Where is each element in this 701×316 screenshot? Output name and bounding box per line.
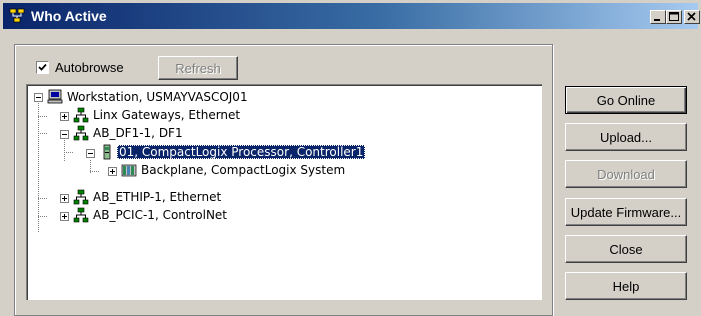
network-icon xyxy=(73,189,89,205)
minus-icon xyxy=(62,134,67,135)
device-tree[interactable]: Workstation, USMAYVASCOJ01 Linx Gateways… xyxy=(26,84,542,300)
tree-expand-toggle[interactable] xyxy=(60,194,69,203)
tree-collapse-toggle[interactable] xyxy=(34,93,43,102)
tree-line xyxy=(38,133,48,134)
tree-node-ab-df1[interactable]: AB_DF1-1, DF1 xyxy=(91,124,185,142)
tree-line xyxy=(38,198,48,199)
upload-button[interactable]: Upload... xyxy=(565,123,687,151)
plus-icon xyxy=(110,169,115,174)
tree-node-label: Backplane, CompactLogix System xyxy=(141,163,346,177)
maximize-icon xyxy=(669,12,679,21)
network-icon xyxy=(73,207,89,223)
tree-node-label: AB_PCIC-1, ControlNet xyxy=(93,208,228,222)
checkmark-icon xyxy=(38,63,47,71)
refresh-button[interactable]: Refresh xyxy=(158,56,238,80)
tree-node-label: Workstation, USMAYVASCOJ01 xyxy=(67,90,248,104)
tree-line xyxy=(64,140,65,162)
tree-line xyxy=(90,171,100,172)
minimize-button[interactable] xyxy=(650,10,666,24)
minus-icon xyxy=(88,153,93,154)
tree-node-label: 01, CompactLogix Processor, Controller1 xyxy=(117,145,366,159)
update-firmware-button[interactable]: Update Firmware... xyxy=(565,198,687,226)
tree-expand-toggle[interactable] xyxy=(108,167,117,176)
who-active-window: Who Active Autobrowse Refresh Workstatio… xyxy=(0,0,701,316)
tree-node-ab-pcic[interactable]: AB_PCIC-1, ControlNet xyxy=(91,206,229,224)
minus-icon xyxy=(36,97,41,98)
tree-expand-toggle[interactable] xyxy=(60,112,69,121)
window-title: Who Active xyxy=(31,8,107,24)
tree-line xyxy=(64,152,74,153)
autobrowse-label: Autobrowse xyxy=(55,60,124,75)
tree-line xyxy=(38,103,39,233)
processor-icon xyxy=(103,144,111,160)
close-icon xyxy=(687,12,696,21)
backplane-icon xyxy=(121,164,137,177)
plus-icon xyxy=(62,196,67,201)
maximize-button[interactable] xyxy=(666,10,682,24)
tree-node-backplane[interactable]: Backplane, CompactLogix System xyxy=(139,161,347,179)
tree-node-linx-gateways[interactable]: Linx Gateways, Ethernet xyxy=(91,106,242,124)
tree-node-compactlogix-processor[interactable]: 01, CompactLogix Processor, Controller1 xyxy=(117,143,366,161)
autobrowse-check[interactable] xyxy=(36,61,49,74)
close-window-button[interactable] xyxy=(684,10,700,24)
tree-node-label: AB_DF1-1, DF1 xyxy=(93,126,183,140)
tree-expand-toggle[interactable] xyxy=(60,212,69,221)
title-bar[interactable]: Who Active xyxy=(3,3,700,29)
workstation-icon xyxy=(47,89,63,104)
tree-collapse-toggle[interactable] xyxy=(60,130,69,139)
network-app-icon xyxy=(9,8,25,23)
tree-line xyxy=(38,216,48,217)
tree-node-ab-ethip[interactable]: AB_ETHIP-1, Ethernet xyxy=(91,188,223,206)
plus-icon xyxy=(62,214,67,219)
go-online-button[interactable]: Go Online xyxy=(565,86,687,114)
help-button[interactable]: Help xyxy=(565,272,687,300)
network-icon xyxy=(73,107,89,123)
download-button[interactable]: Download xyxy=(565,160,687,188)
tree-node-label: AB_ETHIP-1, Ethernet xyxy=(93,190,222,204)
network-icon xyxy=(73,125,89,141)
plus-icon xyxy=(62,114,67,119)
autobrowse-checkbox[interactable]: Autobrowse xyxy=(36,60,124,75)
tree-node-workstation[interactable]: Workstation, USMAYVASCOJ01 xyxy=(65,88,250,106)
minimize-icon xyxy=(654,19,660,21)
close-button[interactable]: Close xyxy=(565,235,687,263)
tree-line xyxy=(38,116,48,117)
tree-node-label: Linx Gateways, Ethernet xyxy=(93,108,241,122)
tree-collapse-toggle[interactable] xyxy=(86,149,95,158)
